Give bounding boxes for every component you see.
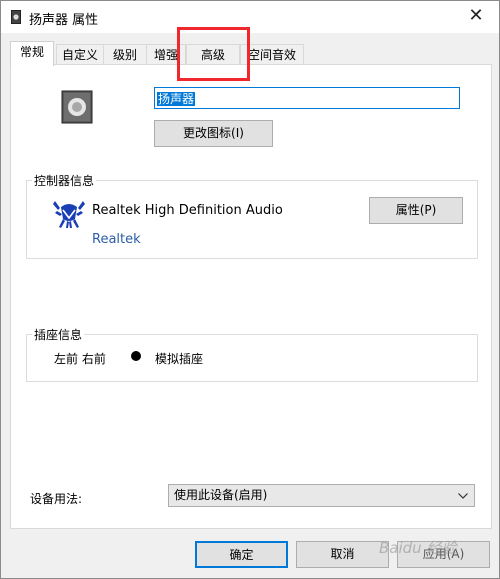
jack-dot-icon — [131, 351, 141, 361]
speaker-icon — [11, 10, 21, 24]
device-name-field[interactable]: 扬声器 — [154, 87, 460, 109]
jack-info-group: 插座信息 左前 右前 模拟插座 — [26, 326, 478, 382]
highlight-annotation — [177, 27, 250, 81]
jack-info-label: 插座信息 — [32, 326, 85, 343]
chevron-down-icon — [458, 493, 468, 499]
tab-general[interactable]: 常规 — [10, 41, 54, 66]
device-usage-selected: 使用此设备(启用) — [174, 488, 268, 502]
realtek-crab-icon — [53, 201, 85, 228]
jack-position: 左前 右前 — [54, 352, 106, 366]
tab-custom[interactable]: 自定义 — [56, 44, 104, 65]
controller-info-label: 控制器信息 — [32, 172, 97, 189]
tab-levels[interactable]: 级别 — [103, 44, 147, 65]
jack-type: 模拟插座 — [155, 352, 204, 366]
controller-vendor-link[interactable]: Realtek — [92, 232, 141, 247]
controller-info-group: 控制器信息 Realtek High Definition Audio Real… — [26, 172, 478, 259]
close-button[interactable]: ✕ — [453, 1, 499, 33]
window-title: 扬声器 属性 — [29, 13, 99, 28]
cancel-button[interactable]: 取消 — [296, 541, 389, 568]
controller-device-name: Realtek High Definition Audio — [92, 203, 283, 218]
device-usage-select[interactable]: 使用此设备(启用) — [168, 484, 475, 507]
baidu-watermark: Baidu 经验 — [379, 539, 457, 557]
properties-window: 扬声器 属性 ✕ 常规 自定义 级别 增强 高级 空间音效 扬声器 更改图标(I… — [0, 0, 500, 579]
speaker-device-icon — [61, 90, 93, 124]
ok-button[interactable]: 确定 — [195, 541, 288, 568]
device-usage-label: 设备用法: — [30, 492, 83, 506]
general-tab-panel: 扬声器 更改图标(I) 控制器信息 Realtek High Definitio… — [10, 64, 492, 529]
title-bar: 扬声器 属性 ✕ — [1, 1, 499, 33]
controller-properties-button[interactable]: 属性(P) — [369, 197, 463, 224]
device-name-selected-text: 扬声器 — [157, 92, 196, 106]
change-icon-button[interactable]: 更改图标(I) — [154, 120, 273, 147]
